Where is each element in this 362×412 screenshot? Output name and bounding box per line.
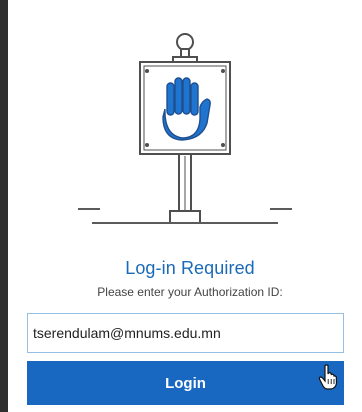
- login-button[interactable]: Login: [27, 361, 344, 405]
- instruction-text: Please enter your Authorization ID:: [97, 285, 283, 299]
- left-edge-bar: [0, 0, 8, 412]
- stop-hand-sign-icon: [78, 33, 292, 224]
- page-title: Log-in Required: [125, 258, 255, 278]
- authorization-id-input[interactable]: [27, 313, 344, 353]
